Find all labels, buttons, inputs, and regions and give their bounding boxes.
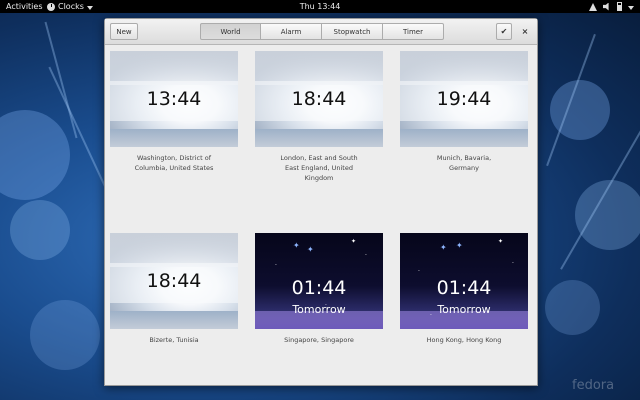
clock-tile-day: 18:44 xyxy=(110,233,238,329)
city-name: Singapore, Singapore xyxy=(284,336,354,344)
bokeh-light xyxy=(545,280,600,335)
clock-tile-day: 19:44 xyxy=(400,51,528,147)
clock-tile-day: 13:44 xyxy=(110,51,238,147)
system-tray[interactable] xyxy=(589,2,634,11)
checkmark-icon: ✔ xyxy=(500,27,508,36)
top-bar: Activities Clocks Thu 13:44 xyxy=(0,0,640,13)
tab-timer[interactable]: Timer xyxy=(383,23,444,40)
bokeh-light xyxy=(0,110,70,200)
clocks-window: New World Alarm Stopwatch Timer ✔ × 13:4… xyxy=(104,18,538,386)
clock-tile-night: ✦ ✦ ✦ · · · 01:44 Tomorrow xyxy=(255,233,383,329)
clock-day-label: Tomorrow xyxy=(437,303,491,316)
city-name: Munich, Bavaria, Germany xyxy=(436,154,492,172)
close-icon: × xyxy=(521,27,529,36)
bokeh-light xyxy=(10,200,70,260)
city-name: London, East and South East England, Uni… xyxy=(280,154,358,182)
fedora-watermark: fedora xyxy=(572,378,615,393)
city-name: Hong Kong, Hong Kong xyxy=(426,336,502,344)
world-clock-item[interactable]: 19:44 Munich, Bavaria, Germany xyxy=(400,51,528,173)
tab-alarm[interactable]: Alarm xyxy=(261,23,322,40)
clock-time: 18:44 xyxy=(146,270,202,292)
clock-time: 01:44 xyxy=(291,277,347,299)
city-name: Bizerte, Tunisia xyxy=(149,336,199,344)
city-name: Washington, District of Columbia, United… xyxy=(134,154,214,172)
clock-time: 19:44 xyxy=(436,88,492,110)
world-clock-item[interactable]: 18:44 London, East and South East Englan… xyxy=(255,51,383,183)
clock-day-label: Tomorrow xyxy=(292,303,346,316)
clock-time: 18:44 xyxy=(291,88,347,110)
volume-icon xyxy=(603,2,609,11)
header-bar: New World Alarm Stopwatch Timer ✔ × xyxy=(105,19,537,45)
clock-time: 01:44 xyxy=(436,277,492,299)
bokeh-light xyxy=(30,300,100,370)
clock-tile-night: ✦ ✦ ✦ · · · 01:44 Tomorrow xyxy=(400,233,528,329)
select-button[interactable]: ✔ xyxy=(496,23,512,40)
world-clock-item[interactable]: ✦ ✦ ✦ · · · 01:44 Tomorrow Hong Kong, Ho… xyxy=(400,233,528,345)
clock-time: 13:44 xyxy=(146,88,202,110)
world-clock-item[interactable]: 18:44 Bizerte, Tunisia xyxy=(110,233,238,345)
tab-world[interactable]: World xyxy=(200,23,261,40)
tab-stopwatch[interactable]: Stopwatch xyxy=(322,23,383,40)
network-icon xyxy=(589,2,597,11)
battery-icon xyxy=(617,2,622,11)
new-button[interactable]: New xyxy=(110,23,138,40)
world-clock-item[interactable]: 13:44 Washington, District of Columbia, … xyxy=(110,51,238,173)
world-clock-grid: 13:44 Washington, District of Columbia, … xyxy=(105,46,537,386)
close-button[interactable]: × xyxy=(517,23,533,40)
view-switcher: World Alarm Stopwatch Timer xyxy=(200,23,444,40)
system-clock[interactable]: Thu 13:44 xyxy=(0,0,640,13)
clock-tile-day: 18:44 xyxy=(255,51,383,147)
world-clock-item[interactable]: ✦ ✦ ✦ · · · 01:44 Tomorrow Singapore, Si… xyxy=(255,233,383,345)
chevron-down-icon xyxy=(628,5,634,10)
